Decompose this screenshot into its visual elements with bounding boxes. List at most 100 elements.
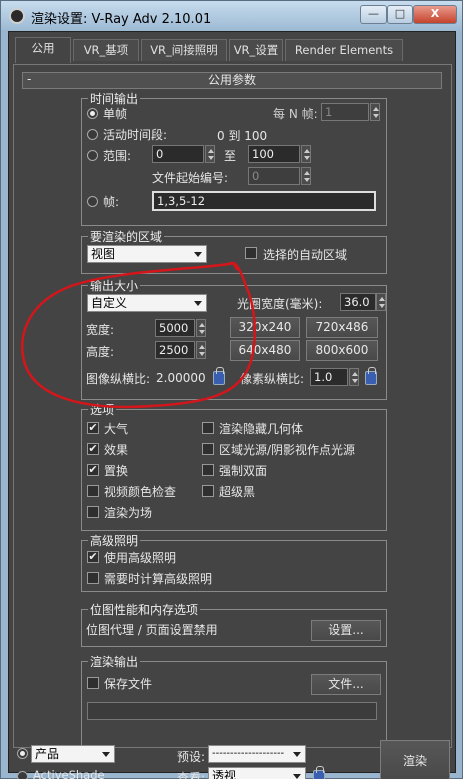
tab-common[interactable]: 公用 xyxy=(15,37,71,63)
width-label: 宽度: xyxy=(86,323,115,337)
output-size-preset-select[interactable]: 自定义 xyxy=(87,294,207,312)
image-aspect-value: 2.00000 xyxy=(156,371,206,385)
tab-bar: 公用 VR_基项 VR_间接照明 VR_设置 Render Elements xyxy=(11,35,455,63)
displacement-checkbox[interactable]: ✔ xyxy=(87,464,99,476)
range-to-input[interactable]: 100 xyxy=(248,145,300,163)
render-hidden-checkbox[interactable] xyxy=(202,422,214,434)
view-select[interactable]: 透视 xyxy=(208,767,306,779)
file-button[interactable]: 文件... xyxy=(311,674,381,695)
activeshade-label: ActiveShade xyxy=(33,768,105,779)
save-file-checkbox[interactable] xyxy=(87,677,99,689)
compute-advanced-lighting-checkbox[interactable] xyxy=(87,572,99,584)
tab-vr-indirect[interactable]: VR_间接照明 xyxy=(141,39,227,61)
output-path-field xyxy=(87,702,377,720)
view-label: 查看: xyxy=(177,771,206,779)
render-output-group: 渲染输出 保存文件 文件... xyxy=(81,653,387,747)
aperture-spinner[interactable] xyxy=(376,293,386,311)
preset-label: 预设: xyxy=(177,750,206,764)
collapse-icon[interactable]: - xyxy=(27,72,31,87)
rollout-title: 公用参数 xyxy=(207,73,256,87)
view-value: 透视 xyxy=(212,769,237,779)
height-input[interactable]: 2500 xyxy=(155,341,195,359)
render-area-select[interactable]: 视图 xyxy=(87,245,207,263)
super-black-checkbox[interactable] xyxy=(202,485,214,497)
render-output-title: 渲染输出 xyxy=(88,653,141,670)
app-logo-icon xyxy=(9,8,25,24)
minimize-button[interactable]: — xyxy=(360,5,387,24)
effects-label: 效果 xyxy=(104,443,129,457)
area-lights-checkbox[interactable] xyxy=(202,443,214,455)
use-advanced-lighting-label: 使用高级照明 xyxy=(104,551,177,565)
view-lock-icon[interactable] xyxy=(313,766,325,779)
active-segment-radio[interactable] xyxy=(87,129,98,140)
product-mode-select[interactable]: 产品 xyxy=(31,745,115,763)
close-button[interactable]: X xyxy=(413,5,457,24)
output-size-group: 输出大小 自定义 光圈宽度(毫米): 36.0 宽度: 5000 高度: 250… xyxy=(81,277,387,400)
activeshade-radio[interactable] xyxy=(17,771,28,779)
range-from-spinner[interactable] xyxy=(205,145,215,163)
use-advanced-lighting-checkbox[interactable]: ✔ xyxy=(87,551,99,563)
bitmap-proxy-text: 位图代理 / 页面设置禁用 xyxy=(86,623,218,637)
bitmap-title: 位图性能和内存选项 xyxy=(88,601,201,618)
range-from-input[interactable]: 0 xyxy=(152,145,204,163)
range-to-label: 至 xyxy=(224,149,237,163)
window-title: 渲染设置: V-Ray Adv 2.10.01 xyxy=(31,12,212,27)
displacement-label: 置换 xyxy=(104,464,129,478)
render-area-title: 要渲染的区域 xyxy=(88,228,165,245)
render-fields-checkbox[interactable] xyxy=(87,506,99,518)
bottom-bar: 产品 ActiveShade 预设: -------------------- … xyxy=(9,740,457,779)
width-input[interactable]: 5000 xyxy=(155,319,195,337)
frames-radio[interactable] xyxy=(87,196,98,207)
dropdown-arrow-icon xyxy=(293,752,301,757)
preset-value: -------------------- xyxy=(212,748,285,759)
render-button[interactable]: 渲染 xyxy=(380,740,450,779)
pixel-aspect-lock-icon[interactable] xyxy=(365,367,377,385)
super-black-label: 超级黑 xyxy=(219,485,256,499)
auto-region-label: 选择的自动区域 xyxy=(263,248,348,262)
bitmap-group: 位图性能和内存选项 位图代理 / 页面设置禁用 设置... xyxy=(81,601,387,647)
image-aspect-lock-icon[interactable] xyxy=(213,367,225,385)
rollout-common-params[interactable]: - 公用参数 xyxy=(22,72,442,89)
auto-region-checkbox[interactable] xyxy=(245,247,257,259)
common-panel: - 公用参数 时间输出 单帧 每 N 帧: 1 活动时间段: 0 到 100 范… xyxy=(13,64,452,748)
range-to-spinner[interactable] xyxy=(301,145,311,163)
force-two-sided-label: 强制双面 xyxy=(219,464,268,478)
effects-checkbox[interactable]: ✔ xyxy=(87,443,99,455)
pixel-aspect-input[interactable]: 1.0 xyxy=(310,368,348,386)
preset-720x486-button[interactable]: 720x486 xyxy=(306,317,378,338)
options-title: 选项 xyxy=(88,401,117,418)
image-aspect-label: 图像纵横比: xyxy=(86,372,151,386)
atmosphere-label: 大气 xyxy=(104,422,129,436)
preset-640x480-button[interactable]: 640x480 xyxy=(230,340,300,361)
video-color-check-checkbox[interactable] xyxy=(87,485,99,497)
tab-vr-base[interactable]: VR_基项 xyxy=(73,39,139,61)
atmosphere-checkbox[interactable]: ✔ xyxy=(87,422,99,434)
frames-input[interactable]: 1,3,5-12 xyxy=(152,191,376,211)
tab-render-elements[interactable]: Render Elements xyxy=(285,39,403,61)
render-hidden-label: 渲染隐藏几何体 xyxy=(219,422,304,436)
title-bar[interactable]: 渲染设置: V-Ray Adv 2.10.01 — □ X xyxy=(1,1,462,31)
file-start-input[interactable]: 0 xyxy=(248,167,300,185)
aperture-label: 光圈宽度(毫米): xyxy=(237,297,323,311)
dropdown-arrow-icon xyxy=(194,252,202,257)
file-start-spinner[interactable] xyxy=(301,167,311,185)
force-two-sided-checkbox[interactable] xyxy=(202,464,214,476)
preset-320x240-button[interactable]: 320x240 xyxy=(230,317,300,338)
save-file-label: 保存文件 xyxy=(104,677,153,691)
single-frame-radio[interactable] xyxy=(87,108,98,119)
aperture-input[interactable]: 36.0 xyxy=(340,293,376,311)
bitmap-setup-button[interactable]: 设置... xyxy=(311,620,381,641)
range-label: 范围: xyxy=(103,149,132,163)
every-n-input[interactable]: 1 xyxy=(321,103,369,121)
width-spinner[interactable] xyxy=(196,319,206,337)
preset-800x600-button[interactable]: 800x600 xyxy=(306,340,378,361)
product-mode-value: 产品 xyxy=(35,747,60,761)
pixel-aspect-spinner[interactable] xyxy=(349,368,359,386)
range-radio[interactable] xyxy=(87,150,98,161)
preset-select[interactable]: -------------------- xyxy=(208,745,306,763)
maximize-button[interactable]: □ xyxy=(387,5,413,24)
height-spinner[interactable] xyxy=(196,341,206,359)
every-n-spinner[interactable] xyxy=(370,103,380,121)
product-mode-radio[interactable] xyxy=(17,748,28,759)
tab-vr-settings[interactable]: VR_设置 xyxy=(229,39,283,61)
